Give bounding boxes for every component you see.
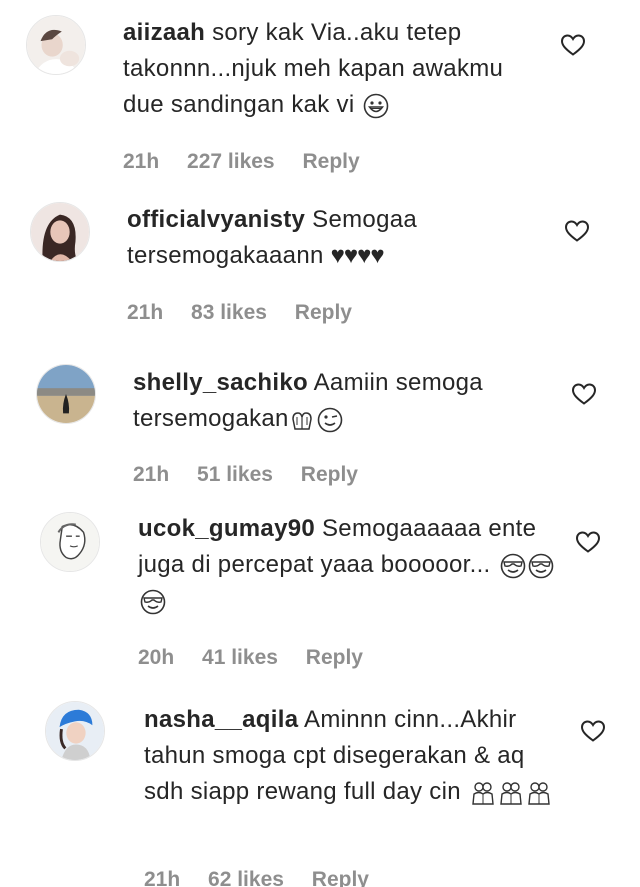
like-heart-icon[interactable] xyxy=(560,33,586,57)
winking-face-icon xyxy=(317,407,343,433)
comment-timestamp: 21h xyxy=(127,301,164,324)
reply-button[interactable]: Reply xyxy=(295,301,352,324)
avatar[interactable] xyxy=(26,15,86,75)
people-hugging-icon xyxy=(526,780,552,806)
reply-button[interactable]: Reply xyxy=(312,868,369,887)
reply-button[interactable]: Reply xyxy=(302,150,359,173)
comment-likes-count[interactable]: 227 likes xyxy=(187,150,275,173)
comment-timestamp: 21h xyxy=(144,868,181,887)
comment-username[interactable]: officialvyanisty xyxy=(127,206,305,233)
smiling-face-with-sunglasses-icon xyxy=(500,553,526,579)
comment-likes-count[interactable]: 51 likes xyxy=(197,463,273,486)
avatar-image xyxy=(37,365,95,423)
comment-username[interactable]: ucok_gumay90 xyxy=(138,515,315,542)
like-heart-icon[interactable] xyxy=(564,219,590,243)
black-hearts-emoji: ♥♥♥♥ xyxy=(330,242,385,269)
avatar[interactable] xyxy=(30,202,90,262)
comment-body: shelly_sachiko Aamiin semoga tersemogaka… xyxy=(133,365,553,437)
comment-meta: 21h 227 likes Reply xyxy=(123,150,382,174)
comment-body: officialvyanisty Semogaa tersemogakaaann… xyxy=(127,202,547,274)
like-heart-icon[interactable] xyxy=(575,530,601,554)
people-hugging-icon xyxy=(470,780,496,806)
comment-timestamp: 21h xyxy=(133,463,170,486)
avatar-image xyxy=(41,513,99,571)
avatar-image xyxy=(46,702,104,760)
comment-list: aiizaah sory kak Via..aku tetep takonnn.… xyxy=(0,0,640,887)
reply-button[interactable]: Reply xyxy=(301,463,358,486)
like-heart-icon[interactable] xyxy=(571,382,597,406)
comment-likes-count[interactable]: 62 likes xyxy=(208,868,284,887)
comment-body: ucok_gumay90 Semogaaaaaa ente juga di pe… xyxy=(138,511,558,619)
avatar-image xyxy=(27,16,85,74)
comment-likes-count[interactable]: 83 likes xyxy=(191,301,267,324)
praying-hands-icon xyxy=(289,407,315,433)
comment-likes-count[interactable]: 41 likes xyxy=(202,646,278,669)
comment-meta: 20h 41 likes Reply xyxy=(138,646,385,670)
avatar[interactable] xyxy=(45,701,105,761)
avatar[interactable] xyxy=(36,364,96,424)
comment-meta: 21h 62 likes Reply xyxy=(144,868,391,887)
comment-timestamp: 20h xyxy=(138,646,175,669)
like-heart-icon[interactable] xyxy=(580,719,606,743)
comment-meta: 21h 83 likes Reply xyxy=(127,301,374,325)
comment-username[interactable]: shelly_sachiko xyxy=(133,369,308,396)
grinning-face-icon xyxy=(363,93,389,119)
reply-button[interactable]: Reply xyxy=(306,646,363,669)
avatar[interactable] xyxy=(40,512,100,572)
people-hugging-icon xyxy=(498,780,524,806)
comment-username[interactable]: nasha__aqila xyxy=(144,706,298,733)
smiling-face-with-sunglasses-icon xyxy=(528,553,554,579)
comment-username[interactable]: aiizaah xyxy=(123,19,205,46)
comment-timestamp: 21h xyxy=(123,150,160,173)
comment-body: nasha__aqila Aminnn cinn...Akhir tahun s… xyxy=(144,702,564,810)
comment-meta: 21h 51 likes Reply xyxy=(133,463,380,487)
comment-body: aiizaah sory kak Via..aku tetep takonnn.… xyxy=(123,15,543,123)
avatar-image xyxy=(31,203,89,261)
smiling-face-with-sunglasses-icon xyxy=(140,589,166,615)
